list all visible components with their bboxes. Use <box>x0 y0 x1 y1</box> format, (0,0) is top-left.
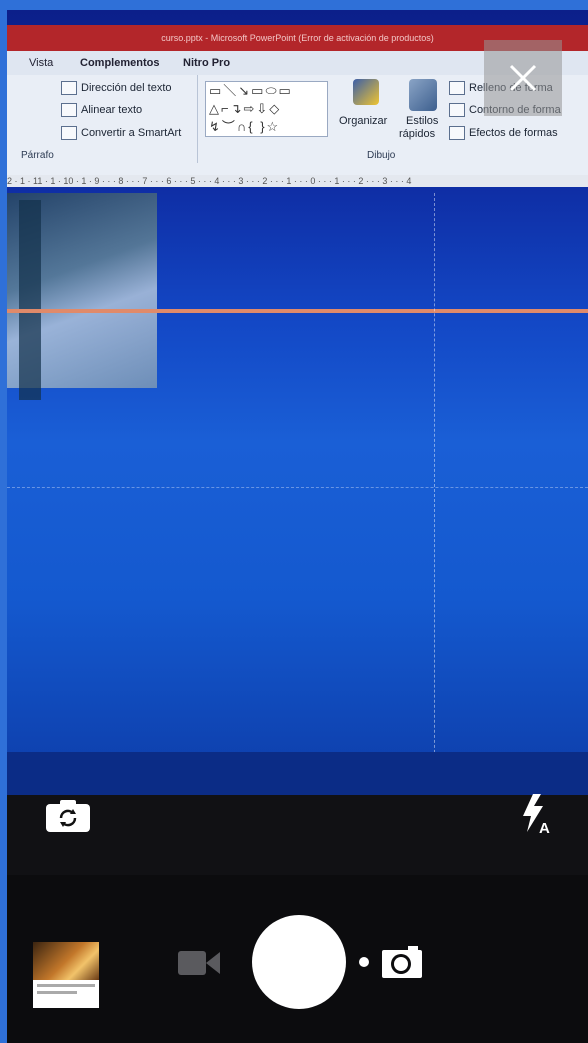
tab-vista: Vista <box>29 57 54 69</box>
camera-control-bar: A <box>7 792 588 875</box>
tab-complementos: Complementos <box>80 57 160 69</box>
paint-bucket-icon <box>449 81 465 95</box>
shutter-button[interactable] <box>252 915 346 1009</box>
arrange-icon <box>353 79 379 105</box>
switch-camera-button[interactable] <box>46 800 90 832</box>
paragraph-group-label: Párrafo <box>21 150 54 161</box>
drawing-group-label: Dibujo <box>367 150 396 161</box>
align-text-command: Alinear texto <box>61 103 142 117</box>
pen-icon <box>449 103 465 117</box>
text-direction-label: Dirección del texto <box>81 82 172 94</box>
camera-bottom-bar <box>7 875 588 1043</box>
quick-styles-icon <box>409 79 437 111</box>
shape-effects-command: Efectos de formas <box>449 126 558 140</box>
thumbnail-line <box>37 991 77 994</box>
tab-nitro-pro: Nitro Pro <box>183 57 231 69</box>
thumbnail-line <box>37 984 95 987</box>
gallery-thumbnail[interactable] <box>33 942 99 1008</box>
align-text-label: Alinear texto <box>81 104 143 116</box>
horizontal-guide <box>7 487 588 489</box>
quick-styles-line1: Estilos <box>406 115 439 127</box>
paragraph-group: Dirección del texto Alinear texto Conver… <box>7 75 198 163</box>
arrange-command: Organizar <box>339 115 388 127</box>
thumbnail-image <box>33 942 99 980</box>
flash-mode-label: A <box>539 820 550 837</box>
left-frame <box>0 0 7 1043</box>
text-direction-icon <box>61 81 77 95</box>
text-direction-command: Dirección del texto <box>61 81 172 95</box>
video-camera-icon <box>178 951 220 975</box>
effects-icon <box>449 126 465 140</box>
close-button[interactable] <box>484 40 562 116</box>
smartart-label: Convertir a SmartArt <box>81 127 182 139</box>
switch-camera-icon <box>46 800 90 832</box>
close-icon <box>509 64 537 92</box>
smartart-icon <box>61 126 77 140</box>
top-frame <box>0 0 588 10</box>
quick-styles-line2: rápidos <box>399 128 436 140</box>
mode-indicator-dot <box>359 957 369 967</box>
shape-effects-label: Efectos de formas <box>469 127 558 139</box>
screen-bottom-band <box>7 752 588 795</box>
shapes-gallery: ▭＼↘▭⬭▭ △⌐↴⇨⇩◇ ↯︶∩{ }☆ <box>205 81 328 137</box>
slide-ruler: 2 · 1 · 11 · 1 · 10 · 1 · 9 · · · 8 · · … <box>7 175 588 187</box>
align-text-icon <box>61 103 77 117</box>
smartart-command: Convertir a SmartArt <box>61 126 181 140</box>
slide-orange-line <box>7 309 588 313</box>
flash-auto-icon <box>523 794 543 832</box>
camera-viewfinder: curso.pptx - Microsoft PowerPoint (Error… <box>7 10 588 795</box>
video-mode-button[interactable] <box>178 948 220 978</box>
photo-camera-icon <box>382 946 422 978</box>
vertical-guide <box>434 193 436 793</box>
reflected-tree <box>19 200 41 400</box>
flash-mode-button[interactable]: A <box>517 792 557 840</box>
photo-mode-button[interactable] <box>382 946 422 978</box>
